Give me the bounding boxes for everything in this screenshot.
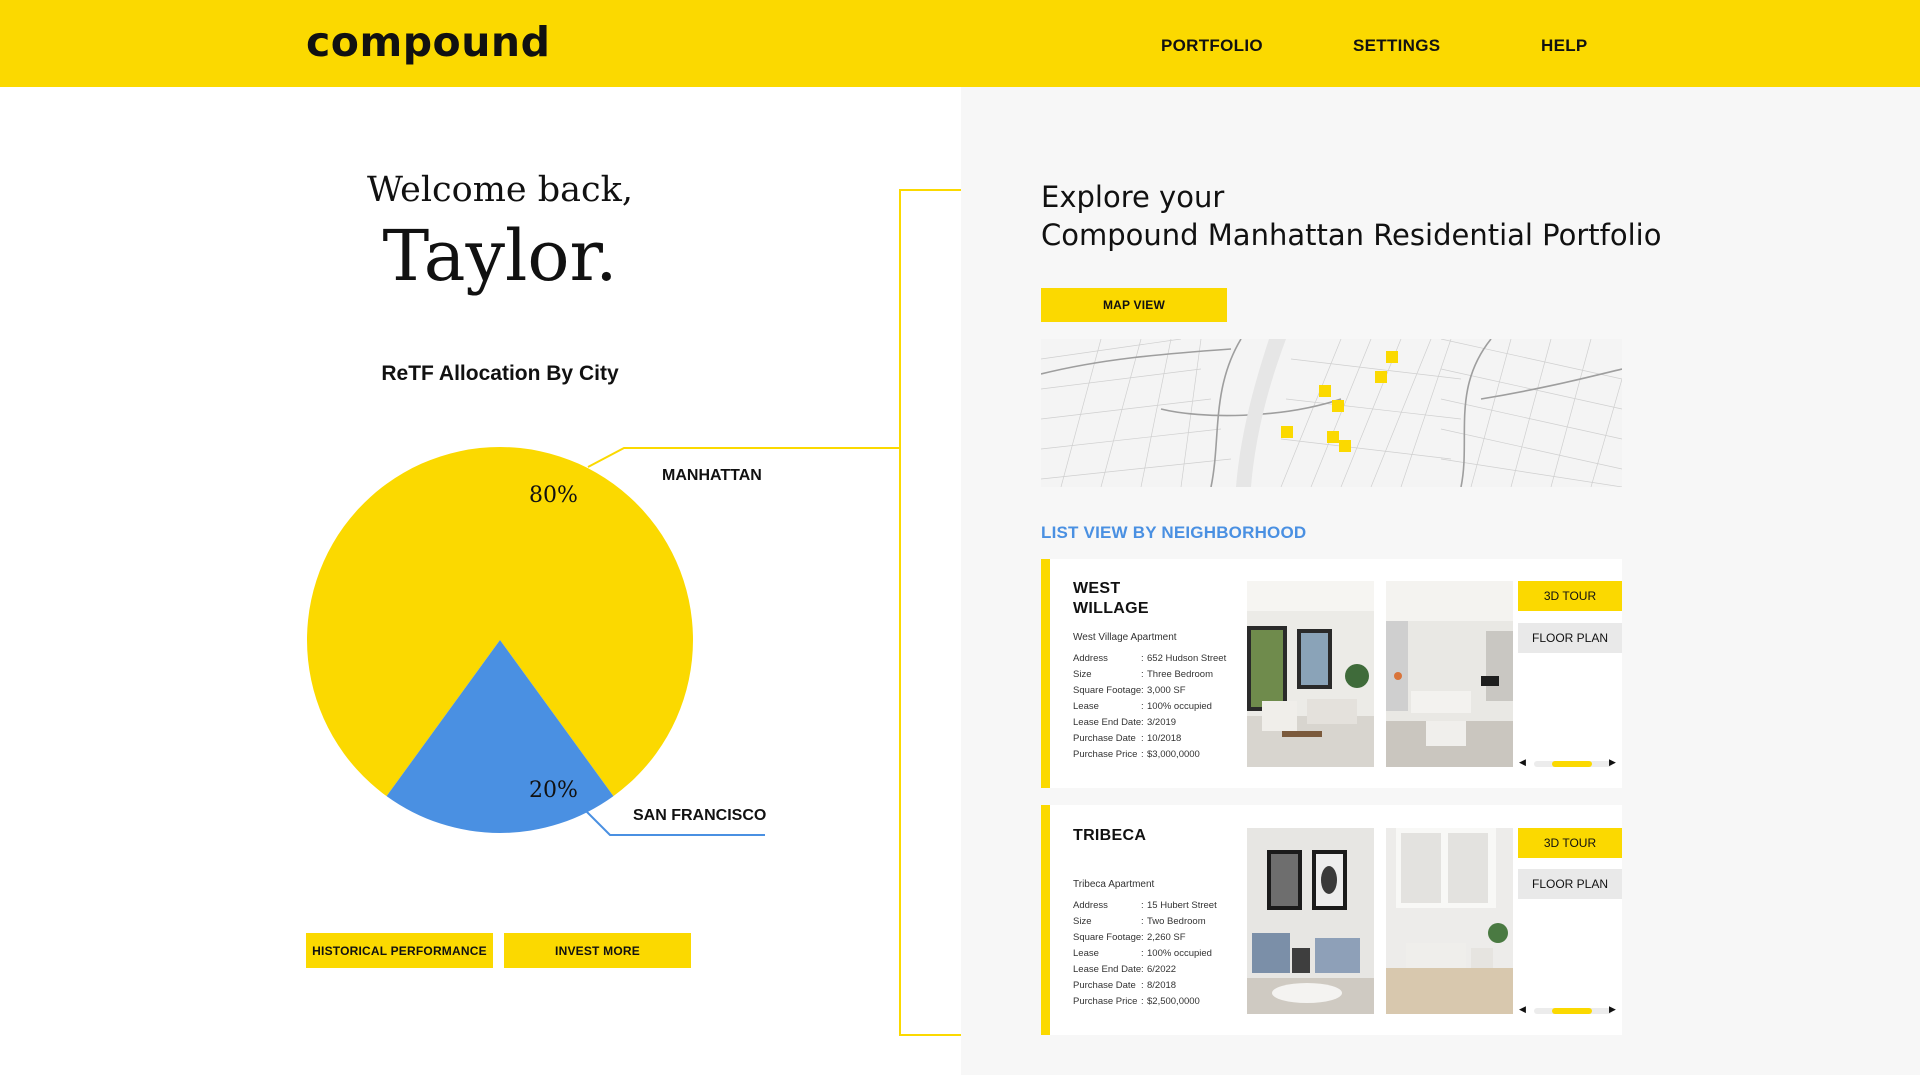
- detail-value: Three Bedroom: [1147, 669, 1214, 680]
- list-view-title: LIST VIEW BY NEIGHBORHOOD: [1041, 523, 1307, 542]
- detail-label: Purchase Price: [1073, 996, 1138, 1007]
- portfolio-map[interactable]: [1041, 339, 1622, 487]
- detail-value: 10/2018: [1147, 733, 1182, 744]
- card-accent-bar: [1041, 559, 1050, 788]
- carousel-indicator-fill: [1552, 761, 1592, 767]
- carousel-indicator: [1534, 761, 1612, 767]
- detail-row-purchase-date: Purchase Date:10/2018: [1073, 731, 1226, 747]
- card-accent-bar: [1041, 805, 1050, 1035]
- detail-row-square-footage: Square Footage:3,000 SF: [1073, 683, 1226, 699]
- carousel-next-icon[interactable]: ▶: [1609, 757, 1616, 768]
- detail-label: Square Footage: [1073, 932, 1142, 943]
- detail-row-purchase-price: Purchase Price: $3,000,0000: [1073, 747, 1226, 763]
- chart-title: ReTF Allocation By City: [381, 362, 619, 385]
- detail-value: 100% occupied: [1147, 701, 1212, 712]
- neighborhood-name: TRIBECA: [1073, 826, 1146, 846]
- detail-value: 2,260 SF: [1147, 932, 1186, 943]
- compound-logo[interactable]: compound: [306, 18, 550, 66]
- detail-value: $3,000,0000: [1147, 749, 1200, 760]
- 3d-tour-button[interactable]: 3D TOUR: [1518, 581, 1622, 611]
- property-details: Address:15 Hubert Street Size: Two Bedroo…: [1073, 898, 1217, 1010]
- nav-settings[interactable]: SETTINGS: [1353, 36, 1440, 56]
- detail-label: Lease End Date: [1073, 717, 1142, 728]
- detail-label: Square Footage: [1073, 685, 1142, 696]
- detail-row-lease: Lease:100% occupied: [1073, 946, 1217, 962]
- pie-slices: [307, 447, 693, 834]
- property-card-west-village: WEST WILLAGE West Village Apartment Addr…: [1041, 559, 1622, 788]
- connector-bracket: [899, 189, 961, 1036]
- detail-row-size: Size: Two Bedroom: [1073, 914, 1217, 930]
- detail-label: Purchase Date: [1073, 733, 1136, 744]
- detail-label: Purchase Price: [1073, 749, 1138, 760]
- detail-value: 3/2019: [1147, 717, 1177, 728]
- explore-line-2: Compound Manhattan Residential Portfolio: [1041, 218, 1662, 252]
- slice-percent-manhattan: 80%: [529, 483, 578, 508]
- property-card-tribeca: TRIBECA Tribeca Apartment Address:15 Hub…: [1041, 805, 1622, 1035]
- property-details: Address:652 Hudson Street Size: Three Bed…: [1073, 651, 1226, 763]
- carousel-indicator-fill: [1552, 1008, 1592, 1014]
- detail-label: Lease End Date: [1073, 964, 1142, 975]
- apartment-name: Tribeca Apartment: [1073, 879, 1155, 890]
- detail-value: 3,000 SF: [1147, 685, 1186, 696]
- detail-label: Size: [1073, 669, 1092, 680]
- detail-row-address: Address:15 Hubert Street: [1073, 898, 1217, 914]
- detail-row-lease-end-date: Lease End Date:6/2022: [1073, 962, 1217, 978]
- detail-row-lease: Lease:100% occupied: [1073, 699, 1226, 715]
- 3d-tour-button[interactable]: 3D TOUR: [1518, 828, 1622, 858]
- detail-value: $2,500,0000: [1147, 996, 1200, 1007]
- property-photo[interactable]: [1386, 581, 1513, 767]
- detail-value: 100% occupied: [1147, 948, 1212, 959]
- detail-value: 6/2022: [1147, 964, 1177, 975]
- detail-value: Two Bedroom: [1147, 916, 1206, 927]
- detail-row-purchase-price: Purchase Price: $2,500,0000: [1073, 994, 1217, 1010]
- neighborhood-name: WEST WILLAGE: [1073, 579, 1149, 619]
- nav-portfolio[interactable]: PORTFOLIO: [1161, 36, 1263, 56]
- detail-value: 15 Hubert Street: [1147, 900, 1217, 911]
- slice-label-san-francisco: SAN FRANCISCO: [633, 807, 766, 824]
- detail-label: Size: [1073, 916, 1092, 927]
- detail-label: Lease: [1073, 948, 1099, 959]
- apartment-name: West Village Apartment: [1073, 632, 1177, 643]
- top-header: compound PORTFOLIO SETTINGS HELP: [0, 0, 1920, 87]
- nav-help[interactable]: HELP: [1541, 36, 1588, 56]
- detail-row-address: Address:652 Hudson Street: [1073, 651, 1226, 667]
- slice-percent-san-francisco: 20%: [529, 778, 578, 803]
- detail-row-size: Size: Three Bedroom: [1073, 667, 1226, 683]
- map-streets: [1041, 339, 1622, 487]
- explore-heading: Explore your Compound Manhattan Resident…: [1041, 178, 1661, 254]
- pie-slice-san-francisco[interactable]: [386, 640, 614, 834]
- welcome-name: Taylor.: [382, 215, 618, 297]
- manhattan-leader-line: [587, 447, 900, 468]
- detail-label: Purchase Date: [1073, 980, 1136, 991]
- neighborhood-name-line-2: WILLAGE: [1073, 600, 1149, 617]
- carousel-next-icon[interactable]: ▶: [1609, 1004, 1616, 1015]
- neighborhood-name-line-1: WEST: [1073, 580, 1121, 597]
- property-photo[interactable]: [1247, 581, 1374, 767]
- neighborhood-name-line-1: TRIBECA: [1073, 827, 1147, 844]
- detail-value: 652 Hudson Street: [1147, 653, 1227, 664]
- pie-slice-manhattan[interactable]: [307, 447, 693, 797]
- welcome-greeting: Welcome back,: [367, 170, 633, 210]
- explore-line-1: Explore your: [1041, 180, 1225, 214]
- carousel-prev-icon[interactable]: ◀: [1519, 1004, 1526, 1015]
- property-photo[interactable]: [1386, 828, 1513, 1014]
- detail-row-lease-end-date: Lease End Date:3/2019: [1073, 715, 1226, 731]
- floor-plan-button[interactable]: FLOOR PLAN: [1518, 869, 1622, 899]
- slice-label-manhattan: MANHATTAN: [662, 467, 762, 484]
- property-photo[interactable]: [1247, 828, 1374, 1014]
- carousel-prev-icon[interactable]: ◀: [1519, 757, 1526, 768]
- historical-performance-button[interactable]: HISTORICAL PERFORMANCE: [306, 933, 493, 968]
- detail-label: Address: [1073, 653, 1108, 664]
- carousel-indicator: [1534, 1008, 1612, 1014]
- detail-row-purchase-date: Purchase Date:8/2018: [1073, 978, 1217, 994]
- detail-row-square-footage: Square Footage:2,260 SF: [1073, 930, 1217, 946]
- detail-label: Lease: [1073, 701, 1099, 712]
- detail-label: Address: [1073, 900, 1108, 911]
- invest-more-button[interactable]: INVEST MORE: [504, 933, 691, 968]
- sf-leader-line: [584, 809, 765, 836]
- floor-plan-button[interactable]: FLOOR PLAN: [1518, 623, 1622, 653]
- map-view-button[interactable]: MAP VIEW: [1041, 288, 1227, 322]
- detail-value: 8/2018: [1147, 980, 1177, 991]
